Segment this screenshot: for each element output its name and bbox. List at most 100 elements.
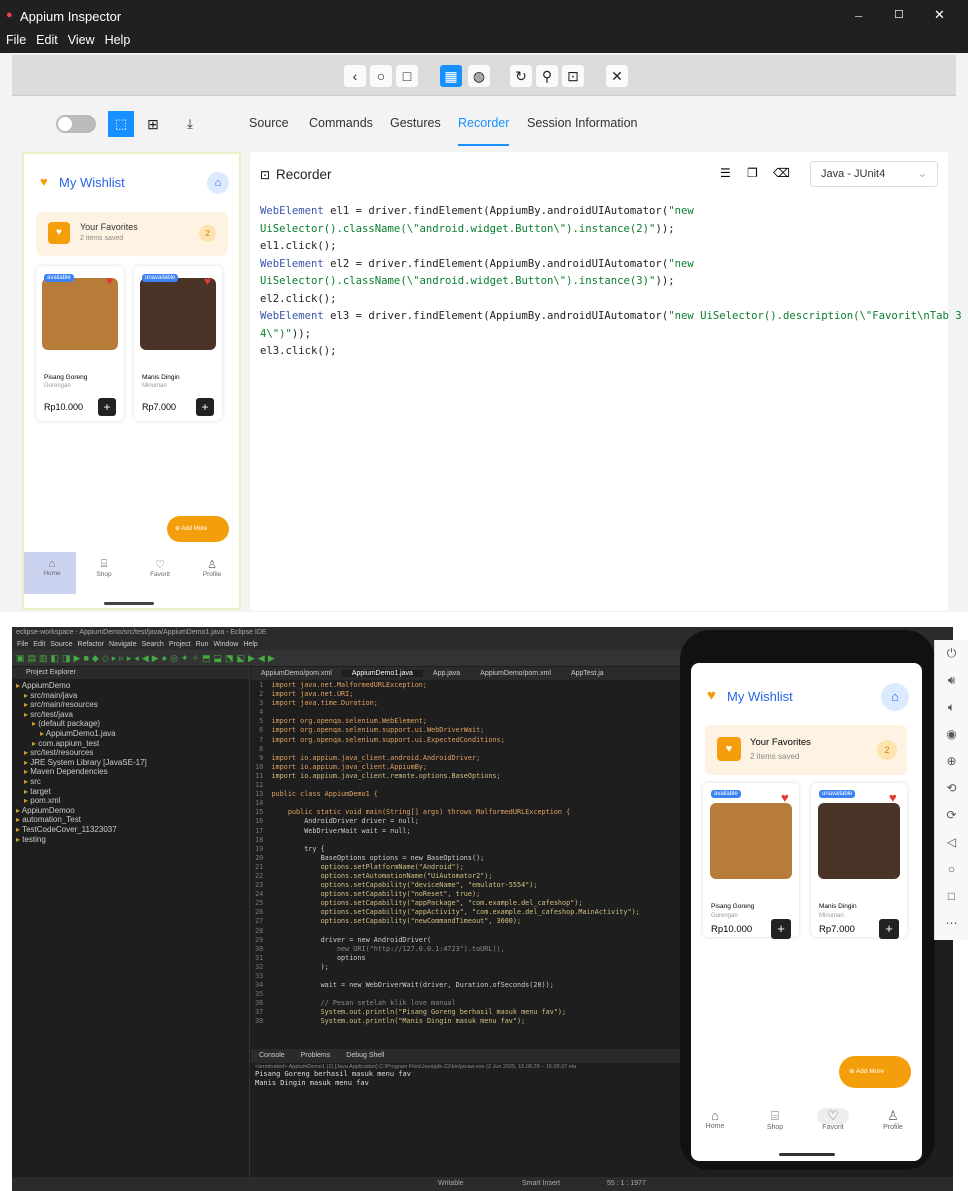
show-boilerplate-icon[interactable]: ☰: [720, 166, 731, 180]
eclipse-menu-project[interactable]: Project: [169, 641, 191, 648]
volume-down-icon[interactable]: 🔈︎: [935, 694, 968, 721]
editor-tab[interactable]: App.java: [423, 670, 470, 677]
search-icon[interactable]: ⚲: [536, 65, 558, 87]
tree-item[interactable]: ▸ testing: [16, 835, 249, 845]
nav-favorit[interactable]: ♡ Favorit: [146, 558, 174, 578]
tree-item[interactable]: ▸ JRE System Library [JavaSE-17]: [16, 758, 249, 768]
copy-icon[interactable]: ❐: [747, 166, 758, 180]
tree-item[interactable]: ▸ pom.xml: [16, 796, 249, 806]
eclipse-menu-refactor[interactable]: Refactor: [78, 641, 104, 648]
product-card[interactable]: available ♥ Pisang Goreng Gorengan Rp10.…: [703, 783, 799, 939]
eclipse-menu-window[interactable]: Window: [213, 641, 238, 648]
tab-recorder[interactable]: Recorder: [458, 116, 510, 146]
app-switch-icon[interactable]: □: [396, 65, 418, 87]
explorer-tab[interactable]: Project Explorer: [12, 667, 249, 679]
back-icon[interactable]: ◁: [935, 829, 968, 856]
editor-tab[interactable]: AppiumDemo/pom.xml: [251, 670, 342, 677]
nav-home[interactable]: ⌂ Home: [42, 558, 62, 577]
editor-tab[interactable]: AppTest.ja: [561, 670, 614, 677]
heart-icon[interactable]: ♥: [204, 274, 211, 288]
tree-item[interactable]: ▸ target: [16, 787, 249, 797]
add-button[interactable]: +: [98, 398, 116, 416]
nav-favorit[interactable]: ♡ Favorit: [817, 1108, 849, 1131]
more-icon[interactable]: ⋯: [935, 910, 968, 937]
native-mode-icon[interactable]: ▦: [440, 65, 462, 87]
tree-item[interactable]: ▸ AppiumDemo: [16, 681, 249, 691]
tab-session-information[interactable]: Session Information: [527, 116, 637, 130]
camera-icon[interactable]: ◉: [935, 721, 968, 748]
refresh-icon[interactable]: ↻: [510, 65, 532, 87]
tree-item[interactable]: ▸ src/main/java: [16, 691, 249, 701]
tab-gestures[interactable]: Gestures: [390, 116, 441, 130]
eclipse-menu-source[interactable]: Source: [50, 641, 72, 648]
store-icon[interactable]: ⌂: [881, 683, 909, 711]
product-card[interactable]: available ♥ Pisang Goreng Gorengan Rp10.…: [36, 266, 124, 421]
nav-shop[interactable]: ⌸ Shop: [94, 558, 114, 578]
download-icon[interactable]: ⤓: [177, 111, 203, 137]
product-card[interactable]: unavailable ♥ Manis Dingin Minuman Rp7.0…: [811, 783, 907, 939]
tree-item[interactable]: ▸ AppiumDemoo: [16, 806, 249, 816]
tree-item[interactable]: ▸ com.appium_test: [16, 739, 249, 749]
rotate-left-icon[interactable]: ⟲: [935, 775, 968, 802]
volume-up-icon[interactable]: 🔊︎: [935, 667, 968, 694]
add-button[interactable]: +: [879, 919, 899, 939]
home-circle-icon[interactable]: ○: [935, 856, 968, 883]
quit-session-icon[interactable]: ✕: [606, 65, 628, 87]
add-more-button[interactable]: ⊕ Add More: [839, 1056, 911, 1088]
overview-icon[interactable]: □: [935, 883, 968, 910]
tree-item[interactable]: ▸ TestCodeCover_11323037: [16, 825, 249, 835]
nav-shop[interactable]: ⌸ Shop: [763, 1108, 787, 1131]
add-button[interactable]: +: [771, 919, 791, 939]
nav-profile[interactable]: ♙ Profile: [200, 558, 224, 578]
eclipse-menu-navigate[interactable]: Navigate: [109, 641, 137, 648]
tree-item[interactable]: ▸ src/test/java: [16, 710, 249, 720]
menu-file[interactable]: File: [6, 33, 26, 47]
heart-icon[interactable]: ♥: [781, 790, 789, 805]
back-icon[interactable]: ‹: [344, 65, 366, 87]
maximize-icon[interactable]: ☐: [894, 8, 904, 21]
tree-item[interactable]: ▸ AppiumDemo1.java: [16, 729, 249, 739]
menu-view[interactable]: View: [68, 33, 95, 47]
nav-profile[interactable]: ♙ Profile: [879, 1108, 907, 1131]
emulator-screen[interactable]: ♥ My Wishlist ⌂ ♥ Your Favorites 2 items…: [691, 663, 922, 1161]
eclipse-menu-edit[interactable]: Edit: [33, 641, 45, 648]
eclipse-menu-file[interactable]: File: [17, 641, 28, 648]
add-more-button[interactable]: ⊕ Add More: [167, 516, 229, 542]
nav-home[interactable]: ⌂ Home: [703, 1108, 727, 1130]
editor-tab[interactable]: AppiumDemo1.java: [341, 670, 423, 677]
add-button[interactable]: +: [196, 398, 214, 416]
eclipse-menu-help[interactable]: Help: [243, 641, 257, 648]
toggle-switch[interactable]: [56, 115, 96, 133]
tree-item[interactable]: ▸ Maven Dependencies: [16, 767, 249, 777]
device-screenshot[interactable]: ♥ My Wishlist ⌂ ♥ Your Favorites 2 items…: [22, 152, 241, 610]
store-icon[interactable]: ⌂: [207, 172, 229, 194]
menu-edit[interactable]: Edit: [36, 33, 58, 47]
screenshot-icon[interactable]: ⊡: [562, 65, 584, 87]
console-tab[interactable]: Console: [251, 1052, 293, 1059]
menu-help[interactable]: Help: [105, 33, 131, 47]
code-editor[interactable]: 1 import java.net.MalformedURLException;…: [251, 681, 681, 1033]
tree-item[interactable]: ▸ (default package): [16, 719, 249, 729]
zoom-icon[interactable]: ⊕: [935, 748, 968, 775]
home-circle-icon[interactable]: ○: [370, 65, 392, 87]
power-icon[interactable]: ⏻: [935, 640, 968, 667]
eclipse-menu-search[interactable]: Search: [142, 641, 164, 648]
tree-item[interactable]: ▸ automation_Test: [16, 815, 249, 825]
clear-icon[interactable]: ⌫: [773, 166, 790, 180]
product-card[interactable]: unavailable ♥ Manis Dingin Minuman Rp7.0…: [134, 266, 222, 421]
tree-item[interactable]: ▸ src/main/resources: [16, 700, 249, 710]
tab-commands[interactable]: Commands: [309, 116, 373, 130]
console-tab[interactable]: Problems: [293, 1052, 339, 1059]
web-mode-icon[interactable]: ◍: [468, 65, 490, 87]
select-element-icon[interactable]: ⬚: [108, 111, 134, 137]
language-select[interactable]: Java - JUnit4 ⌄: [810, 161, 938, 187]
tree-item[interactable]: ▸ src: [16, 777, 249, 787]
editor-tab[interactable]: AppiumDemo/pom.xml: [470, 670, 561, 677]
close-icon[interactable]: ✕: [934, 7, 945, 23]
tap-coordinates-icon[interactable]: ⊞: [140, 111, 166, 137]
tree-item[interactable]: ▸ src/test/resources: [16, 748, 249, 758]
tab-source[interactable]: Source: [249, 116, 289, 130]
heart-icon[interactable]: ♥: [889, 790, 897, 805]
console-tab[interactable]: Debug Shell: [338, 1052, 392, 1059]
heart-icon[interactable]: ♥: [106, 274, 113, 288]
